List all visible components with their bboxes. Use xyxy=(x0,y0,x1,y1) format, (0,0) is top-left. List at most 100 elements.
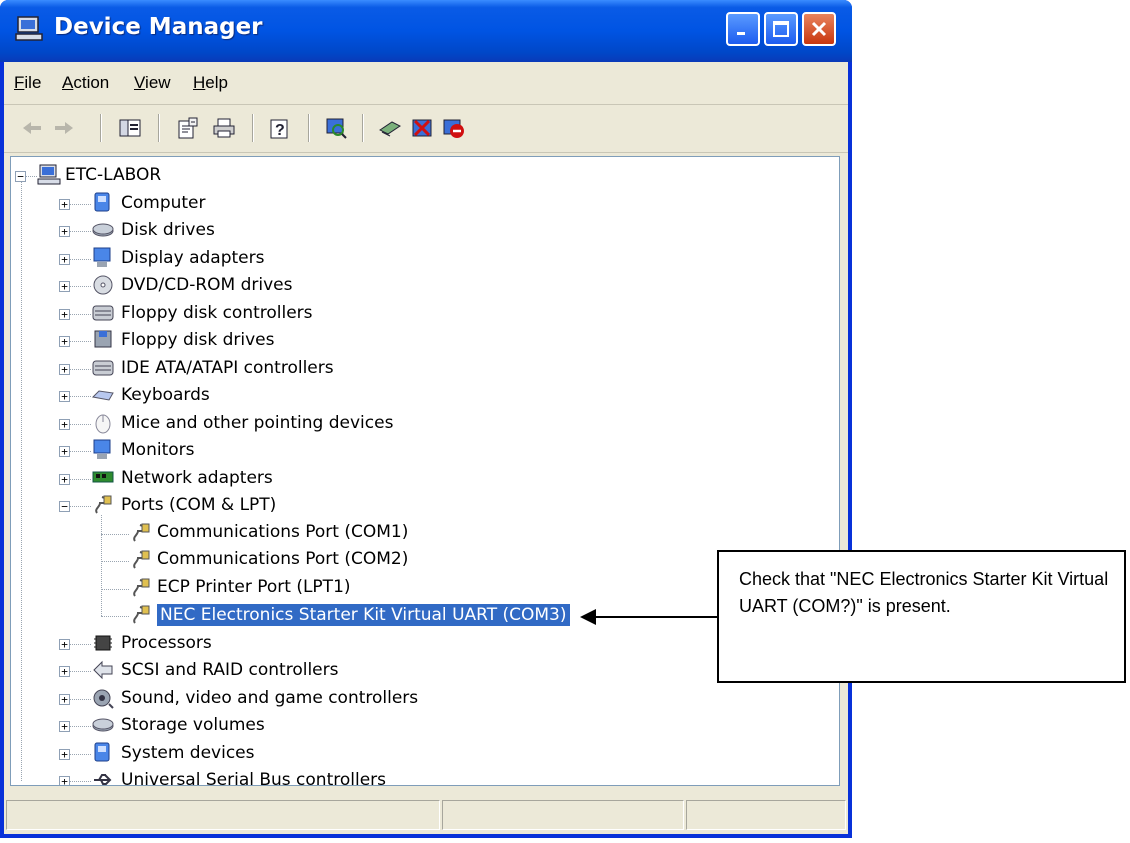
toolbar: ? xyxy=(4,106,848,153)
tree-item-keyboard[interactable]: Keyboards xyxy=(121,385,210,405)
title-bar[interactable]: Device Manager xyxy=(0,0,852,62)
scan-hardware-button[interactable] xyxy=(322,114,350,142)
tree-item-sound[interactable]: Sound, video and game controllers xyxy=(121,688,418,708)
disable-icon xyxy=(443,119,464,138)
tree-item-port[interactable]: Ports (COM & LPT) xyxy=(121,495,276,515)
tree-item-monitor[interactable]: Monitors xyxy=(121,440,194,460)
port-icon xyxy=(133,605,150,624)
tree-item-scsi[interactable]: SCSI and RAID controllers xyxy=(121,660,338,680)
expand-toggle[interactable]: + xyxy=(59,198,70,210)
tree-connector xyxy=(70,231,91,233)
expand-toggle[interactable]: + xyxy=(59,638,70,650)
print-button[interactable] xyxy=(210,114,238,142)
disk-drive-icon xyxy=(92,223,114,237)
menu-bar: File Action View Help xyxy=(4,62,848,105)
tree-item-storage-volume[interactable]: Storage volumes xyxy=(121,715,265,735)
expand-toggle[interactable]: + xyxy=(59,391,70,402)
menu-help[interactable]: Help xyxy=(193,73,228,93)
expand-toggle[interactable]: + xyxy=(59,473,70,485)
floppy-drive-icon xyxy=(94,330,112,348)
tree-item-nec-virtual-uart[interactable]: NEC Electronics Starter Kit Virtual UART… xyxy=(156,603,571,627)
usb-icon xyxy=(94,774,112,785)
menu-action[interactable]: Action xyxy=(62,73,109,93)
ide-controller-icon xyxy=(92,360,114,375)
tree-item-display-adapter[interactable]: Display adapters xyxy=(121,248,264,268)
tree-item-port-child[interactable]: ECP Printer Port (LPT1) xyxy=(157,577,351,597)
expand-toggle[interactable]: + xyxy=(59,226,70,237)
device-manager-window: Device Manager File Action View Help ? −… xyxy=(0,0,852,838)
scsi-icon xyxy=(93,660,113,680)
device-tree[interactable]: − ETC-LABOR + Computer + Disk drives + Display … xyxy=(10,156,840,786)
monitor-icon xyxy=(93,439,111,459)
expand-toggle[interactable]: + xyxy=(59,281,70,292)
tree-connector xyxy=(70,203,91,206)
tree-item-floppy-controller[interactable]: Floppy disk controllers xyxy=(121,303,313,323)
menu-view[interactable]: View xyxy=(134,73,171,93)
minimize-button[interactable] xyxy=(726,12,760,46)
tree-connector xyxy=(70,313,91,316)
expand-toggle[interactable]: + xyxy=(59,666,70,677)
toolbar-separator xyxy=(100,114,102,142)
show-hide-tree-button[interactable] xyxy=(116,114,144,142)
tree-connector xyxy=(70,341,91,343)
update-driver-button[interactable] xyxy=(376,114,404,142)
expand-toggle[interactable]: + xyxy=(59,748,70,760)
tree-connector xyxy=(70,258,91,261)
tree-item-floppy-drive[interactable]: Floppy disk drives xyxy=(121,330,274,350)
status-cell xyxy=(6,800,440,830)
status-bar xyxy=(4,792,848,834)
tree-item-network-adapter[interactable]: Network adapters xyxy=(121,468,273,488)
expand-toggle[interactable]: + xyxy=(59,446,70,457)
uninstall-button[interactable] xyxy=(408,114,436,142)
collapse-toggle[interactable]: − xyxy=(15,171,26,182)
tree-connector xyxy=(101,588,129,591)
expand-toggle[interactable]: + xyxy=(59,253,70,265)
port-icon xyxy=(95,495,112,514)
tree-item-system-device[interactable]: System devices xyxy=(121,743,255,763)
menu-file[interactable]: File xyxy=(14,73,41,93)
tree-connector xyxy=(70,781,91,783)
keyboard-icon xyxy=(91,390,114,401)
tree-item-ide-controller[interactable]: IDE ATA/ATAPI controllers xyxy=(121,358,334,378)
uninstall-icon xyxy=(412,119,432,137)
mouse-icon xyxy=(95,414,111,433)
close-icon xyxy=(811,21,827,37)
tree-item-usb[interactable]: Universal Serial Bus controllers xyxy=(121,770,386,785)
collapse-toggle[interactable]: − xyxy=(59,501,70,512)
tree-item-processor[interactable]: Processors xyxy=(121,633,212,653)
tree-item-disk-drive[interactable]: Disk drives xyxy=(121,220,215,240)
tree-item-port-child[interactable]: Communications Port (COM2) xyxy=(157,549,408,569)
help-button[interactable]: ? xyxy=(266,114,294,142)
tree-root-label[interactable]: ETC-LABOR xyxy=(65,165,161,185)
cdrom-icon xyxy=(93,275,113,295)
tree-item-cdrom[interactable]: DVD/CD-ROM drives xyxy=(121,275,292,295)
processor-icon xyxy=(94,635,112,650)
tree-item-mouse[interactable]: Mice and other pointing devices xyxy=(121,413,393,433)
expand-toggle[interactable]: + xyxy=(59,418,70,430)
close-button[interactable] xyxy=(802,12,836,46)
expand-toggle[interactable]: + xyxy=(59,693,70,705)
tree-connector xyxy=(70,753,91,756)
properties-button[interactable] xyxy=(174,114,202,142)
expand-toggle[interactable]: + xyxy=(59,776,70,785)
tree-connector xyxy=(21,182,23,781)
tree-item-port-child[interactable]: Communications Port (COM1) xyxy=(157,522,408,542)
expand-toggle[interactable]: + xyxy=(59,363,70,375)
expand-toggle[interactable]: + xyxy=(59,308,70,320)
tree-item-computer[interactable]: Computer xyxy=(121,193,206,213)
disable-button[interactable] xyxy=(440,114,468,142)
port-icon xyxy=(133,523,150,542)
expand-toggle[interactable]: + xyxy=(59,721,70,732)
forward-button[interactable] xyxy=(50,114,78,142)
scan-hardware-icon xyxy=(326,118,347,139)
toolbar-separator xyxy=(158,114,160,142)
maximize-button[interactable] xyxy=(764,12,798,46)
client-area: File Action View Help ? − ETC-LABOR + Co… xyxy=(4,62,848,834)
expand-toggle[interactable]: + xyxy=(59,336,70,347)
computer-icon xyxy=(94,192,110,211)
root-computer-icon xyxy=(37,164,61,185)
window-title: Device Manager xyxy=(54,14,263,40)
print-icon xyxy=(213,118,235,138)
back-arrow-icon xyxy=(23,122,41,134)
back-button[interactable] xyxy=(18,114,46,142)
